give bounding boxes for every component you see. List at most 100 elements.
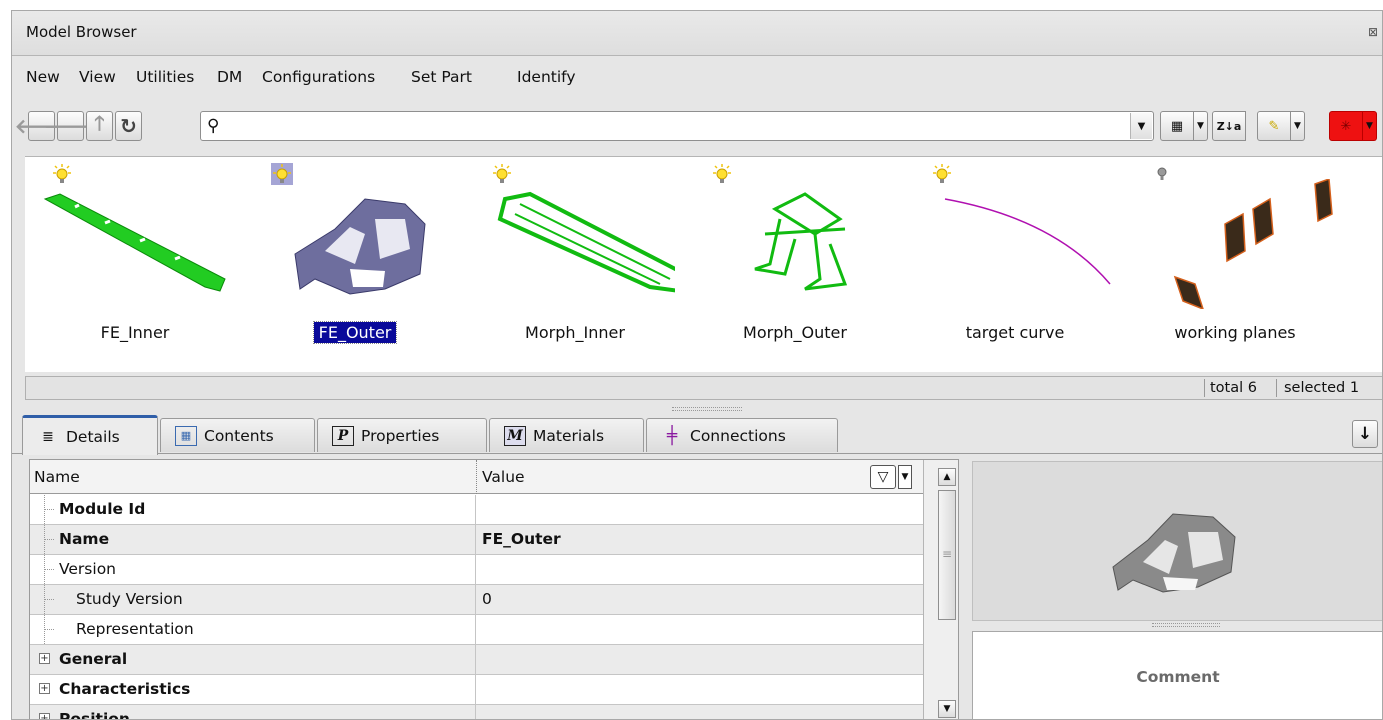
part-thumbnail (497, 191, 675, 293)
part-label: FE_Outer (245, 321, 465, 344)
menu-dm[interactable]: DM (217, 68, 242, 86)
tree-line (44, 555, 54, 584)
part-item[interactable]: Morph_Outer (685, 157, 905, 373)
vertical-scrollbar[interactable]: ▲ ▼ (923, 460, 958, 719)
filter-menu-button[interactable]: ▼ (898, 465, 912, 489)
tab-materials[interactable]: M Materials (489, 418, 644, 452)
chevron-down-icon[interactable]: ▼ (1194, 111, 1208, 141)
list-icon: ≣ (42, 428, 54, 445)
preview-splitter[interactable] (1152, 623, 1220, 627)
highlight-combo[interactable]: ✎ ▼ (1257, 111, 1305, 141)
column-header-value[interactable]: Value (482, 468, 525, 486)
tab-contents[interactable]: ▦ Contents (160, 418, 315, 452)
status-separator (1276, 379, 1277, 397)
search-history-dropdown[interactable]: ▼ (1130, 113, 1152, 139)
part-preview (972, 461, 1382, 621)
up-icon: 🡑 (94, 111, 105, 135)
sort-combo[interactable]: Z↓a (1212, 111, 1246, 141)
row-value[interactable]: FE_Outer (482, 530, 561, 548)
contents-icon: ▦ (175, 425, 197, 446)
color-combo[interactable]: ✳ ▼ (1329, 111, 1377, 141)
row-name: Position (59, 710, 130, 720)
refresh-icon: ↻ (120, 114, 137, 138)
refresh-button[interactable]: ↻ (115, 111, 142, 141)
part-item[interactable]: Morph_Inner (465, 157, 685, 373)
search-input[interactable] (231, 115, 1111, 137)
chevron-down-icon: ▼ (901, 472, 909, 482)
filter-button[interactable]: ▽ (870, 465, 896, 489)
splitter-handle[interactable] (672, 407, 742, 411)
part-label: working planes (1174, 323, 1296, 342)
close-icon[interactable]: ⊠ (1368, 25, 1380, 39)
tab-connections[interactable]: ╪ Connections (646, 418, 838, 452)
part-thumbnail (294, 198, 426, 295)
chevron-down-icon[interactable]: ▼ (1363, 111, 1377, 141)
menu-identify[interactable]: Identify (517, 68, 576, 86)
row-name: Name (59, 530, 110, 548)
row-name: Study Version (76, 590, 183, 608)
details-table: Name Value ▽ ▼ Module Id Name FE_Outer V… (29, 459, 959, 720)
table-row[interactable]: + General (30, 645, 923, 675)
comment-box[interactable]: Comment (972, 631, 1382, 719)
arrow-down-icon: ↓ (1357, 424, 1373, 444)
color-swatch-icon[interactable]: ✳ (1329, 111, 1363, 141)
part-thumbnail (1173, 179, 1333, 309)
toolbar: 🡐 🡒 🡑 ↻ ⚲ ▼ ▦ ▼ Z↓a ✎ ▼ ✳ ▼ (12, 111, 1382, 145)
grid-view-icon[interactable]: ▦ (1160, 111, 1194, 141)
scroll-thumb[interactable] (938, 490, 956, 620)
row-name: Representation (76, 620, 194, 638)
status-selected: selected 1 (1284, 380, 1360, 396)
menu-view[interactable]: View (79, 68, 116, 86)
title-bar: Model Browser ⊠ (12, 11, 1382, 56)
highlighter-icon[interactable]: ✎ (1257, 111, 1291, 141)
menu-set-part[interactable]: Set Part (411, 68, 472, 86)
column-divider[interactable] (476, 460, 477, 494)
row-name: Characteristics (59, 680, 191, 698)
properties-icon: P (332, 425, 354, 446)
part-label: Morph_Inner (525, 323, 625, 342)
status-bar: total 6 selected 1 (25, 376, 1382, 400)
part-thumbnail (944, 198, 1111, 285)
preview-image (1112, 513, 1236, 593)
row-name: Module Id (59, 500, 146, 518)
part-item[interactable]: target curve (905, 157, 1125, 373)
scroll-up-icon[interactable]: ▲ (938, 468, 956, 486)
scroll-down-icon[interactable]: ▼ (938, 700, 956, 718)
expand-icon[interactable]: + (39, 683, 50, 694)
menu-configurations[interactable]: Configurations (262, 68, 375, 86)
table-row[interactable]: + Characteristics (30, 675, 923, 705)
tab-details[interactable]: ≣ Details (22, 415, 158, 455)
window-title: Model Browser (26, 23, 137, 41)
sort-icon[interactable]: Z↓a (1212, 111, 1246, 141)
status-total: total 6 (1210, 380, 1257, 396)
table-row[interactable]: Name FE_Outer (30, 525, 923, 555)
tab-properties[interactable]: P Properties (317, 418, 487, 452)
part-thumbnail (43, 193, 226, 292)
model-browser-window: Model Browser ⊠ New View Utilities DM Co… (11, 10, 1383, 720)
table-row[interactable]: Study Version 0 (30, 585, 923, 615)
view-mode-combo[interactable]: ▦ ▼ (1160, 111, 1208, 141)
table-row[interactable]: Module Id (30, 495, 923, 525)
expand-icon[interactable]: + (39, 713, 50, 719)
table-row[interactable]: Version (30, 555, 923, 585)
column-header-name[interactable]: Name (34, 468, 80, 486)
part-item[interactable]: FE_Outer (245, 157, 465, 373)
forward-button[interactable]: 🡒 (44, 111, 97, 141)
expand-icon[interactable]: + (39, 653, 50, 664)
row-name: General (59, 650, 128, 668)
collapse-button[interactable]: ↓ (1352, 420, 1378, 448)
search-box[interactable]: ⚲ ▼ (200, 111, 1154, 141)
tree-line (44, 585, 54, 614)
up-button[interactable]: 🡑 (86, 111, 113, 141)
table-row[interactable]: Representation (30, 615, 923, 645)
menu-utilities[interactable]: Utilities (136, 68, 194, 86)
chevron-down-icon[interactable]: ▼ (1291, 111, 1305, 141)
part-item[interactable]: FE_Inner (25, 157, 245, 373)
row-value[interactable]: 0 (482, 590, 492, 608)
part-item[interactable]: working planes (1125, 157, 1345, 373)
tab-bar: ≣ Details ▦ Contents P Properties M Mate… (12, 414, 1382, 455)
table-row[interactable]: + Position (30, 705, 923, 720)
menu-new[interactable]: New (26, 68, 60, 86)
table-header: Name Value ▽ ▼ (30, 460, 923, 494)
search-icon: ⚲ (207, 116, 220, 136)
